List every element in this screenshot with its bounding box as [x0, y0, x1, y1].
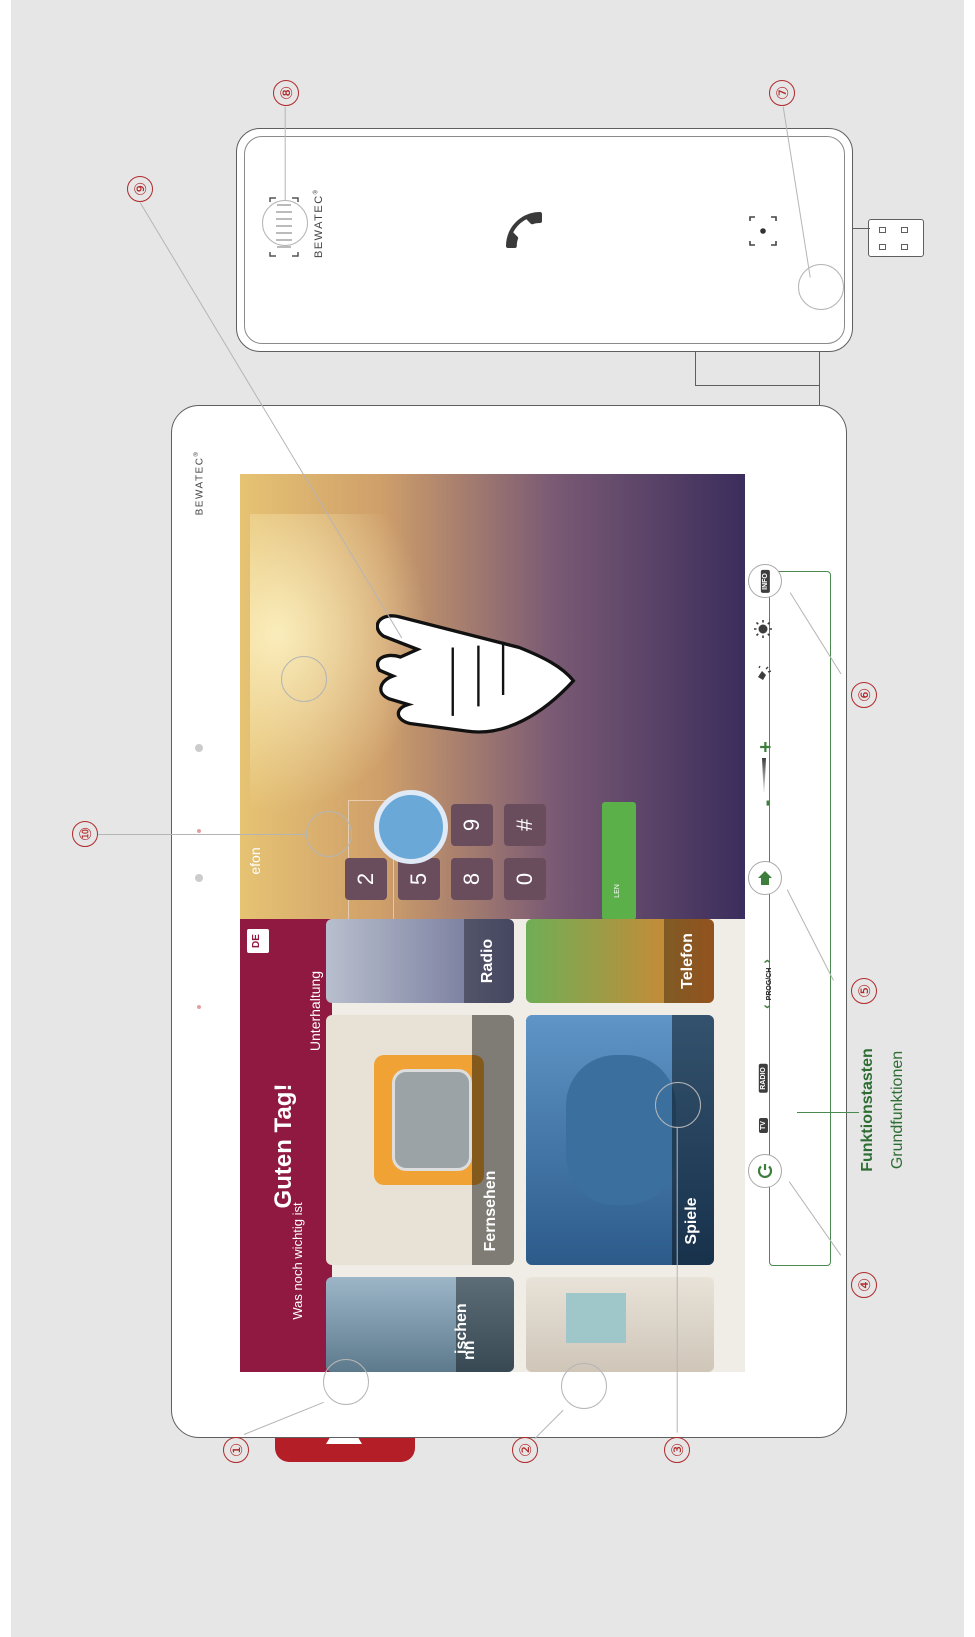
call-button-label: LEN — [614, 884, 621, 898]
leader-line-8 — [284, 106, 286, 201]
nurse-call-icon[interactable] — [754, 665, 772, 683]
home-screen: Guten Tag! Was noch wichtig ist Unterhal… — [240, 919, 745, 1372]
connector-cable-right — [819, 352, 821, 405]
greeting-subtitle: Was noch wichtig ist — [290, 1202, 305, 1320]
keypad-key[interactable]: 2 — [345, 858, 387, 900]
tile-radio-label: Radio — [479, 938, 496, 984]
chevron-left-icon: ‹ — [758, 1004, 774, 1009]
info-button[interactable]: INFO — [748, 564, 782, 598]
touch-screen[interactable]: efon 9 8 6 5 # 0 2 LEN Guten Tag! Was no… — [240, 474, 745, 1372]
highlight-ring-card-slot — [323, 1359, 369, 1405]
language-badge-label: DE — [251, 934, 262, 948]
tile-partial-label-2: nn — [461, 1340, 478, 1360]
handset-connector-plug — [868, 219, 924, 257]
gamepad-illustration — [566, 1055, 676, 1205]
function-keys-subtitle: Grundfunktionen — [889, 1050, 906, 1170]
callout-2: ② — [512, 1437, 538, 1463]
leader-line-10 — [98, 834, 308, 836]
tile-tv[interactable]: Fernsehen — [326, 1015, 514, 1265]
handset-brand-logo: BEWATEC® — [313, 188, 325, 258]
power-icon — [757, 1164, 773, 1178]
callout-4: ④ — [851, 1272, 877, 1298]
highlight-ring-headphone — [561, 1363, 607, 1409]
tv-screen — [392, 1069, 472, 1171]
phone-icon — [500, 206, 548, 254]
keypad-digit: 5 — [406, 872, 431, 886]
letter-illustration — [566, 1293, 626, 1343]
tile-tv-label: Fernsehen — [482, 1170, 499, 1252]
tile-games[interactable]: Spiele — [526, 1015, 714, 1265]
home-icon — [758, 871, 772, 885]
volume-plus-button[interactable]: + — [755, 738, 777, 756]
keypad-digit: 0 — [512, 872, 537, 886]
keypad-key[interactable]: 0 — [504, 858, 546, 900]
highlight-ring-touchscreen — [655, 1082, 701, 1128]
tile-phone-label: Telefon — [679, 933, 696, 989]
tv-button[interactable]: TV — [758, 1118, 768, 1133]
callout-5: ⑤ — [851, 978, 877, 1004]
keypad-key[interactable]: 5 — [398, 858, 440, 900]
channel-label: PROG/CH — [766, 967, 773, 1001]
light-icon[interactable] — [753, 619, 773, 639]
volume-minus-button[interactable]: - — [756, 795, 778, 811]
highlight-ring-handset-jack — [798, 264, 844, 310]
keypad-digit: 8 — [459, 872, 484, 886]
highlight-ring-screen — [281, 656, 327, 702]
phone-screen-label: efon — [247, 847, 263, 875]
tile-radio[interactable]: Radio — [326, 919, 514, 1003]
function-keys-title: Funktionstasten — [859, 1048, 876, 1172]
tv-illustration — [374, 1055, 484, 1185]
highlight-ring-handset-speaker — [262, 200, 308, 246]
connector-cable-left — [695, 352, 697, 385]
leader-line-3 — [676, 1126, 678, 1433]
callout-3: ③ — [664, 1437, 690, 1463]
indicator-led — [197, 829, 201, 833]
pointing-hand-icon — [375, 514, 616, 832]
tile-games-label: Spiele — [683, 1197, 700, 1245]
power-button[interactable] — [748, 1154, 782, 1188]
sensor-dot — [195, 744, 203, 752]
terminal-brand-logo: BEWATEC® — [194, 450, 206, 516]
radio-button[interactable]: RADIO — [758, 1064, 768, 1093]
channel-control[interactable]: ‹ PROG/CH › — [758, 952, 774, 1016]
keypad-key[interactable]: 8 — [451, 858, 493, 900]
legend-bracket-line — [797, 1112, 859, 1114]
callout-9: ⑨ — [127, 176, 153, 202]
callout-7: ⑦ — [769, 80, 795, 106]
section-title: Unterhaltung — [307, 970, 323, 1052]
tile-partial-left[interactable]: ischen nn — [326, 1277, 514, 1372]
info-label: INFO — [760, 569, 770, 593]
handset-cable — [852, 228, 870, 230]
language-badge[interactable]: DE — [247, 929, 269, 953]
handset-sensor-icon — [748, 215, 778, 247]
tile-phone[interactable]: Telefon — [526, 919, 714, 1003]
callout-8: ⑧ — [273, 80, 299, 106]
home-button[interactable] — [748, 861, 782, 895]
callout-6: ⑥ — [851, 682, 877, 708]
chevron-right-icon: › — [758, 959, 774, 964]
callout-1: ① — [223, 1437, 249, 1463]
indicator-led — [197, 1005, 201, 1009]
tile-partial-right[interactable] — [526, 1277, 714, 1372]
sensor-dot — [195, 874, 203, 882]
keypad-digit: 2 — [353, 872, 378, 886]
highlight-ring-keypad — [306, 811, 352, 857]
callout-10: ⑩ — [72, 821, 98, 847]
connector-cable-horizontal — [695, 385, 819, 387]
